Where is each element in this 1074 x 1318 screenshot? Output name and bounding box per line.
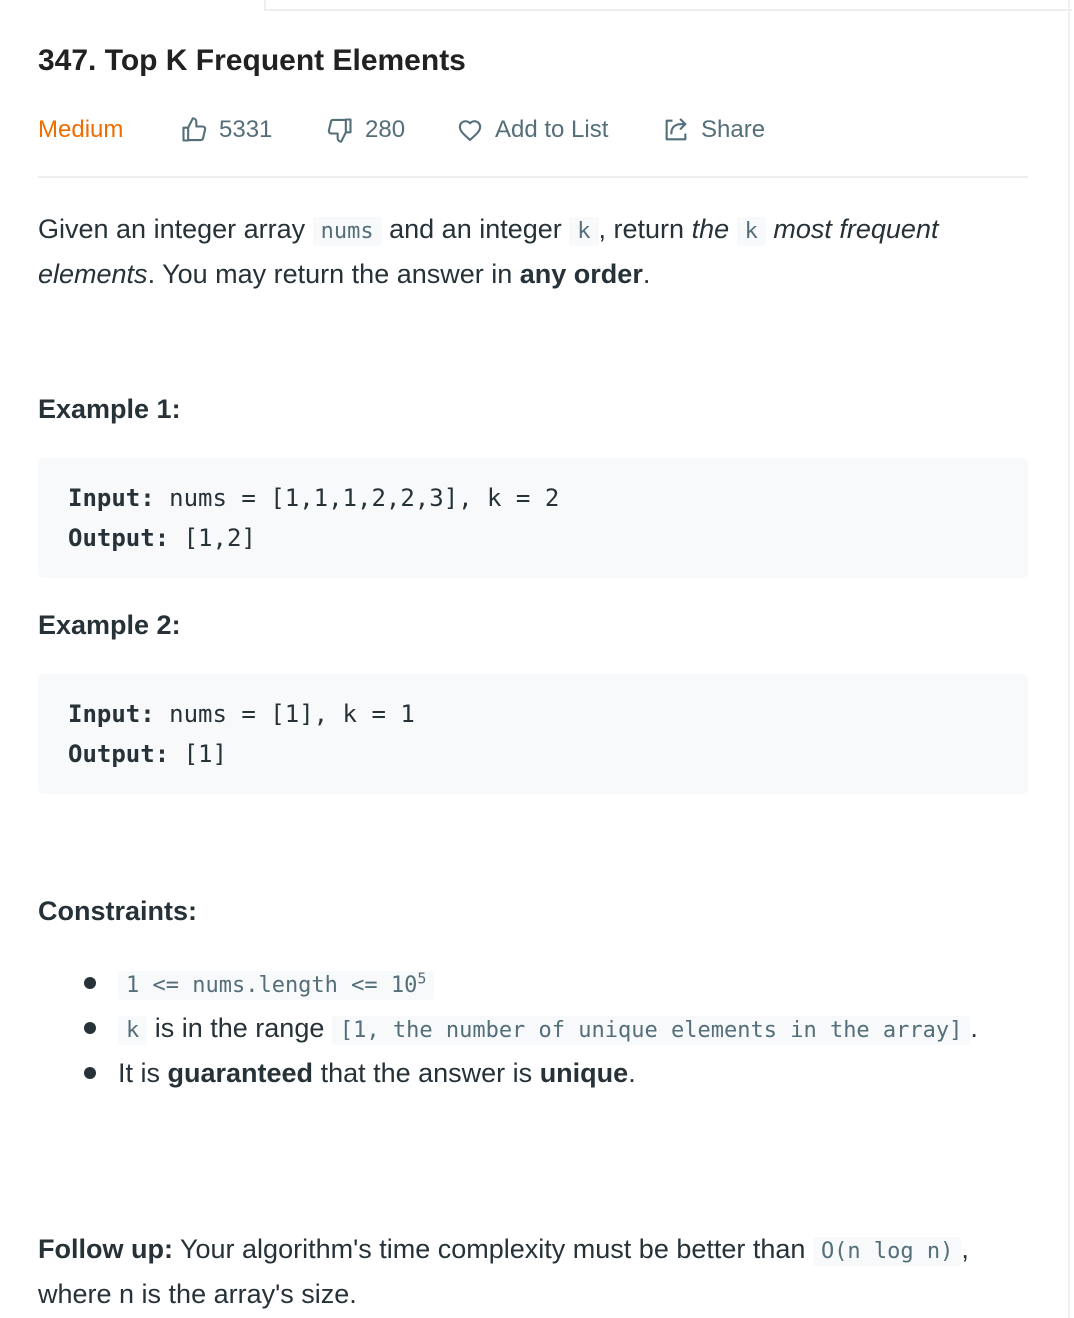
dislike-button[interactable]: 280 bbox=[326, 112, 405, 148]
difficulty-label: Medium bbox=[38, 116, 124, 143]
add-to-list-label: Add to List bbox=[495, 116, 609, 143]
statement-strong: any order bbox=[519, 259, 643, 289]
problem-meta-bar: Medium 5331 280 Add to List Share bbox=[38, 112, 1028, 148]
example-input-line: Input: nums = [1], k = 1 bbox=[68, 694, 998, 734]
like-button[interactable]: 5331 bbox=[180, 112, 272, 148]
statement-text: and an integer bbox=[381, 214, 570, 244]
share-button[interactable]: Share bbox=[662, 112, 765, 148]
add-to-list-button[interactable]: Add to List bbox=[456, 112, 608, 148]
input-value: nums = [1,1,1,2,2,3], k = 2 bbox=[154, 484, 560, 512]
constraint-text: . bbox=[970, 1013, 978, 1043]
follow-up-text: Your algorithm's time complexity must be… bbox=[172, 1234, 813, 1264]
right-panel-border bbox=[1068, 0, 1070, 1318]
inline-code: [1, the number of unique elements in the… bbox=[331, 1016, 971, 1045]
constraints-list: 1 <= nums.length <= 105 k is in the rang… bbox=[38, 962, 1028, 1094]
example-input-line: Input: nums = [1,1,1,2,2,3], k = 2 bbox=[68, 478, 998, 518]
thumbs-up-icon bbox=[182, 117, 207, 142]
share-label: Share bbox=[701, 116, 766, 143]
input-label: Input: bbox=[68, 700, 155, 728]
like-count: 5331 bbox=[219, 116, 273, 143]
input-label: Input: bbox=[68, 484, 155, 512]
inline-code: 1 <= nums.length <= 105 bbox=[118, 969, 435, 1000]
constraint-strong: unique bbox=[539, 1058, 629, 1088]
output-label: Output: bbox=[68, 740, 170, 768]
constraint-item: k is in the range [1, the number of uniq… bbox=[38, 1007, 1028, 1052]
constraint-code-text: 1 <= nums.length <= 10 bbox=[126, 973, 418, 998]
constraint-item: 1 <= nums.length <= 105 bbox=[38, 962, 1028, 1007]
output-label: Output: bbox=[68, 524, 170, 552]
constraint-strong: guaranteed bbox=[167, 1058, 314, 1088]
example-2-code-block: Input: nums = [1], k = 1 Output: [1] bbox=[38, 674, 1028, 794]
follow-up-label: Follow up: bbox=[38, 1234, 173, 1264]
problem-title: 347. Top K Frequent Elements bbox=[38, 44, 466, 77]
constraint-text: is in the range bbox=[147, 1013, 332, 1043]
example-output-line: Output: [1,2] bbox=[68, 518, 998, 558]
dislike-count: 280 bbox=[365, 116, 406, 143]
inline-code: nums bbox=[312, 217, 382, 246]
inline-code: k bbox=[569, 217, 599, 246]
input-value: nums = [1], k = 1 bbox=[154, 700, 415, 728]
constraint-text: . bbox=[628, 1058, 636, 1088]
output-value: [1,2] bbox=[169, 524, 256, 552]
constraint-text: that the answer is bbox=[313, 1058, 540, 1088]
heart-icon bbox=[458, 120, 482, 141]
follow-up: Follow up: Your algorithm's time complex… bbox=[38, 1228, 1028, 1315]
example-2-heading: Example 2: bbox=[38, 610, 181, 640]
statement-emphasis: the bbox=[691, 214, 737, 244]
constraint-item: It is guaranteed that the answer is uniq… bbox=[38, 1052, 1028, 1094]
constraint-exponent: 5 bbox=[417, 969, 427, 988]
example-output-line: Output: [1] bbox=[68, 734, 998, 774]
statement-text: . bbox=[642, 259, 651, 289]
statement-text: , return bbox=[598, 214, 692, 244]
inline-code: O(n log n) bbox=[812, 1237, 962, 1266]
inline-code: k bbox=[118, 1016, 148, 1045]
inline-code: k bbox=[736, 217, 766, 246]
statement-text: . You may return the answer in bbox=[147, 259, 520, 289]
example-1-code-block: Input: nums = [1,1,1,2,2,3], k = 2 Outpu… bbox=[38, 458, 1028, 578]
constraints-heading: Constraints: bbox=[38, 896, 198, 926]
statement-text: Given an integer array bbox=[38, 214, 313, 244]
header-divider bbox=[38, 176, 1028, 178]
example-1-heading: Example 1: bbox=[38, 394, 181, 424]
top-panel-border bbox=[264, 0, 1072, 11]
share-icon bbox=[665, 118, 687, 141]
thumbs-down-icon bbox=[327, 118, 352, 143]
constraint-text: It is bbox=[118, 1058, 168, 1088]
output-value: [1] bbox=[169, 740, 227, 768]
problem-statement: Given an integer array nums and an integ… bbox=[38, 208, 1028, 295]
